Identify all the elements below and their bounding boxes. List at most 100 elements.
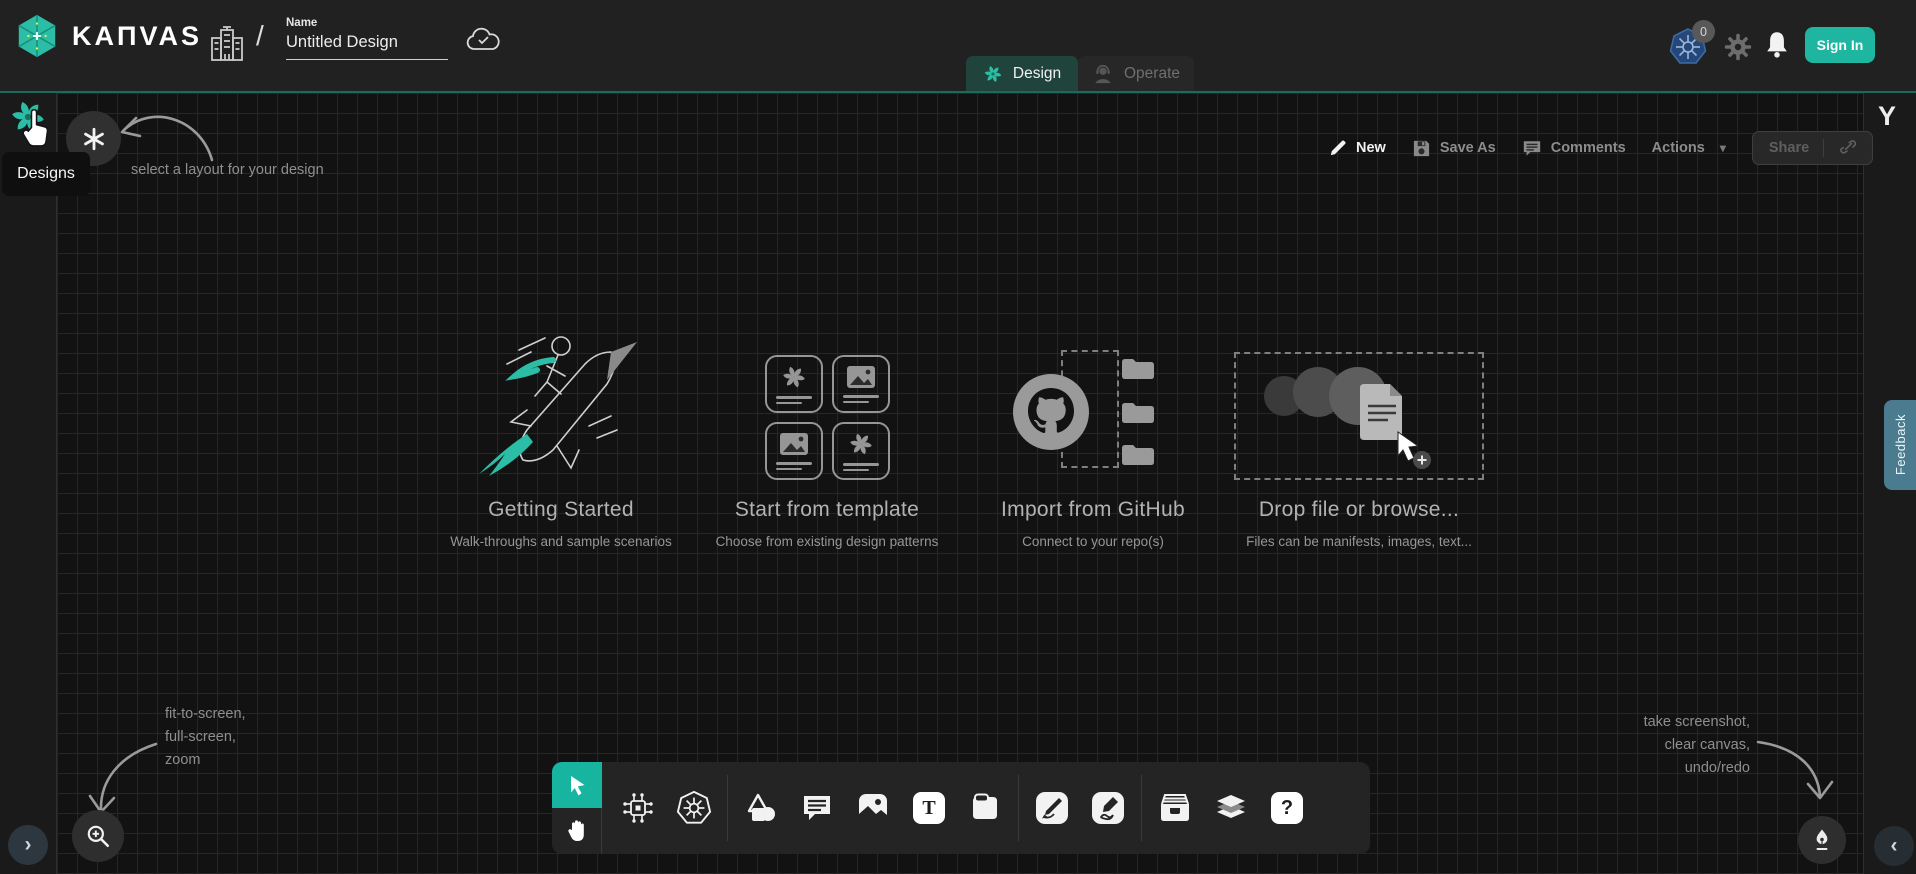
operate-headset-icon [1092,63,1114,85]
left-rail: › [0,93,57,874]
kubernetes-context-badge: 0 [1692,20,1715,43]
edge-pen-tool-button[interactable] [1024,762,1080,854]
share-button[interactable]: Share [1752,131,1873,165]
card-getting-started[interactable]: Getting Started Walk-throughs and sample… [436,328,686,549]
drop-zone-dashed-frame[interactable] [1234,352,1484,480]
tab-operate-label: Operate [1124,65,1180,83]
card-start-from-template[interactable]: Start from template Choose from existing… [702,328,952,549]
design-name-input[interactable] [286,31,448,60]
comment-bubble-icon [801,793,833,823]
designs-tooltip: Designs [2,152,90,196]
caret-down-icon: ▾ [1720,141,1726,155]
kanvas-logo-icon [14,13,60,59]
pan-tool-button[interactable] [552,808,602,854]
magnifier-plus-icon [85,823,111,849]
app-header: KAΠVAS / Name [0,0,1916,93]
github-graphic [968,328,1218,480]
help-tool-button[interactable]: ? [1259,762,1315,854]
chevron-right-icon: › [25,833,32,857]
card-import-from-github[interactable]: Import from GitHub Connect to your repo(… [968,328,1218,549]
actions-label: Actions [1652,140,1705,156]
toolbar-divider [727,775,728,841]
empty-state-cards: Getting Started Walk-throughs and sample… [436,328,1484,549]
rocket-doodle-icon [461,330,661,480]
drop-file-graphic [1234,328,1484,480]
pencil-new-icon [1328,139,1347,158]
bottom-toolbar: T [552,762,1370,854]
drawer-tool-button[interactable] [1147,762,1203,854]
tab-design-label: Design [1013,65,1061,83]
tab-operate[interactable]: Operate [1078,56,1194,91]
collapse-right-panel-button[interactable]: ‹ [1874,826,1914,866]
zoom-hint-text: fit-to-screen, full-screen, zoom [165,703,246,772]
template-graphic [702,328,952,480]
layers-icon [1214,792,1248,824]
sign-in-button[interactable]: Sign In [1805,27,1875,63]
brand-name: KAΠVAS [72,21,202,52]
text-tool-button[interactable]: T [901,762,957,854]
image-tool-button[interactable] [845,762,901,854]
getting-started-graphic [436,328,686,480]
template-tile-pinwheel-icon [832,422,890,480]
drop-file-icon [1236,354,1482,478]
screenshot-hint-arrow [1752,732,1842,812]
screenshot-hint-text: take screenshot, clear canvas, undo/redo [1560,711,1750,780]
template-tile-pinwheel-icon [765,355,823,413]
share-divider [1823,139,1824,157]
new-button[interactable]: New [1328,139,1386,158]
template-tile-image-icon [832,355,890,413]
breadcrumb-separator: / [256,20,264,52]
kubernetes-tool-button[interactable] [666,762,722,854]
y-tool-icon[interactable]: Y [1878,101,1896,132]
feedback-tab[interactable]: Feedback [1884,400,1916,490]
layers-tool-button[interactable] [1203,762,1259,854]
comment-tool-button[interactable] [789,762,845,854]
template-tile-image-icon [765,422,823,480]
notifications-bell-icon[interactable] [1763,30,1791,60]
settings-gear-icon[interactable] [1723,32,1753,62]
designs-tooltip-label: Designs [17,165,75,183]
cloud-sync-icon[interactable] [466,27,500,53]
sketch-pencil-tool-button[interactable] [1080,762,1136,854]
note-tool-button[interactable] [957,762,1013,854]
select-tool-button[interactable] [552,762,602,808]
cursor-select-icon [565,773,589,797]
github-folders-icon [1121,356,1155,468]
toolbar-divider [1141,775,1142,841]
chevron-left-icon: ‹ [1891,834,1898,858]
card-title: Getting Started [436,498,686,522]
mode-tabs: Design Operate [966,56,1194,91]
text-T-icon: T [913,792,945,824]
tab-design[interactable]: Design [966,56,1078,91]
pointer-tools-column [552,762,602,854]
feedback-label: Feedback [1893,414,1908,475]
share-link-icon [1838,139,1856,157]
comments-button[interactable]: Comments [1522,139,1626,158]
image-icon [857,792,889,824]
shapes-tool-button[interactable] [733,762,789,854]
component-tool-button[interactable] [610,762,666,854]
comments-label: Comments [1551,140,1626,156]
hand-pan-icon [565,818,589,844]
pen-arrow-icon [1035,791,1069,825]
expand-left-panel-button[interactable]: › [8,825,48,865]
actions-dropdown[interactable]: Actions ▾ [1652,140,1726,156]
kubernetes-wheel-icon [676,790,712,826]
card-drop-file[interactable]: Drop file or browse... Files can be mani… [1234,328,1484,549]
cursor-hand-icon [18,106,52,156]
toolbar-divider [1018,775,1019,841]
save-as-button[interactable]: Save As [1412,139,1496,158]
card-subtitle: Choose from existing design patterns [702,534,952,549]
question-mark-icon: ? [1271,792,1303,824]
fountain-pen-icon [1810,828,1834,852]
card-title: Start from template [702,498,952,522]
brand: KAΠVAS [14,13,202,59]
template-tiles [765,355,890,480]
card-title: Drop file or browse... [1234,498,1484,522]
card-subtitle: Connect to your repo(s) [968,534,1218,549]
share-label: Share [1769,140,1809,156]
organization-icon[interactable] [208,24,246,66]
zoom-button[interactable] [72,810,124,862]
annotate-pen-button[interactable] [1798,816,1846,864]
drawer-icon [1158,792,1192,824]
